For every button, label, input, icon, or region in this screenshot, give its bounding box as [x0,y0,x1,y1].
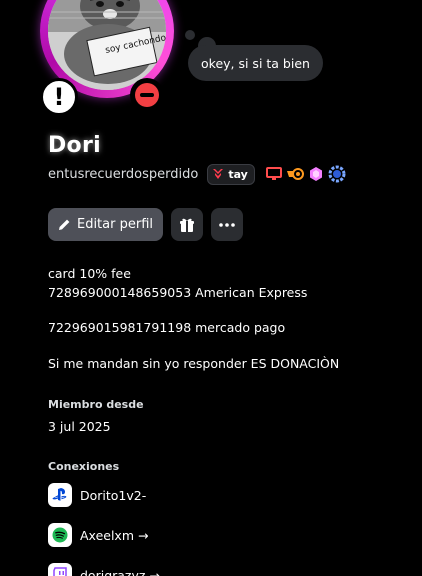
custom-status-bubble[interactable]: okey, si si ta bien [188,45,323,81]
connection-playstation[interactable]: Dorito1v2- [48,483,146,507]
playstation-icon [48,483,72,507]
clan-tag[interactable]: tay [207,163,255,185]
clan-tag-label: tay [228,167,248,181]
edit-profile-button[interactable]: Editar perfil [48,208,163,241]
quest-icon[interactable] [286,165,304,183]
connection-spotify[interactable]: Axeelxm → [48,523,148,547]
pencil-icon [58,219,70,230]
boost-gem-icon[interactable] [307,165,325,183]
hypesquad-icon[interactable] [328,165,346,183]
username-row: entusrecuerdosperdido tay [48,163,346,185]
exclamation-badge-icon: ! [40,78,78,116]
ellipsis-icon [219,222,235,227]
gift-nitro-button[interactable] [171,208,203,241]
connection-name: dorigrazyz → [80,567,160,576]
spotify-icon [48,523,72,547]
connection-name: Axeelxm → [80,527,149,543]
bio-line: Si me mandan sin yo responder ES DONACIÒ… [48,356,340,371]
twitch-icon [48,563,72,576]
dnd-status-icon [130,78,164,112]
member-since-label: Miembro desde [48,398,144,411]
connection-twitch[interactable]: dorigrazyz → [48,563,160,576]
clan-badge-icon [213,169,224,179]
bio-line: 722969015981791198 mercado pago [48,320,286,335]
username[interactable]: entusrecuerdosperdido [48,167,198,182]
more-options-button[interactable] [211,208,243,241]
connection-name: Dorito1v2- [80,487,147,503]
display-name: Dori [48,133,101,158]
profile-page: soy cachondo ! okey, si si ta bien Dori … [0,0,422,576]
badge-list [265,165,346,183]
gift-icon [180,218,194,232]
edit-profile-label: Editar perfil [76,217,153,232]
nitro-monitor-icon[interactable] [265,165,283,183]
connections-label: Conexiones [48,460,120,473]
thought-dot-small [185,30,195,40]
member-since-value: 3 jul 2025 [48,419,111,434]
bio-line: card 10% fee [48,266,131,281]
bio-line: 728969000148659053 American Express [48,285,308,300]
